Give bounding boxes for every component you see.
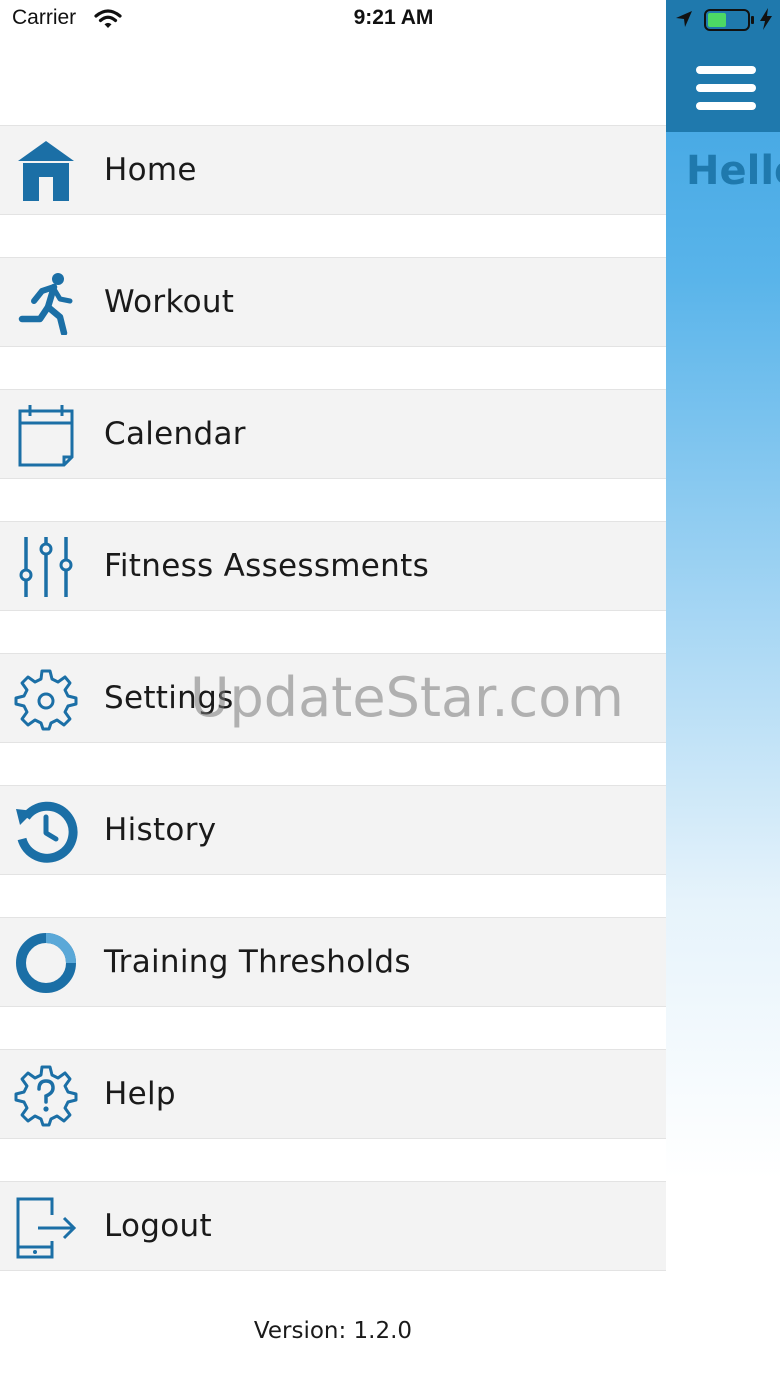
logout-icon: [14, 1195, 78, 1259]
menu-label: Home: [104, 152, 197, 188]
menu-item-help[interactable]: Help: [0, 1049, 666, 1139]
watermark: UpdateStar.com: [190, 666, 624, 729]
menu-label: Fitness Assessments: [104, 548, 430, 584]
ring-icon: [14, 931, 78, 995]
menu-label: Help: [104, 1076, 176, 1112]
menu-label: Logout: [104, 1208, 212, 1244]
battery-icon: [704, 8, 756, 36]
menu-label: Training Thresholds: [104, 944, 411, 980]
history-icon: [14, 799, 78, 863]
menu-item-logout[interactable]: Logout: [0, 1181, 666, 1271]
menu-item-calendar[interactable]: Calendar: [0, 389, 666, 479]
runner-icon: [14, 271, 78, 337]
help-gear-icon: [14, 1063, 78, 1127]
menu-item-fitness-assessments[interactable]: Fitness Assessments: [0, 521, 666, 611]
menu-label: Calendar: [104, 416, 246, 452]
sliders-icon: [14, 535, 78, 599]
location-arrow-icon: [674, 9, 694, 33]
status-bar: Carrier 9:21 AM: [0, 0, 780, 40]
hamburger-menu-icon[interactable]: [696, 66, 756, 116]
charging-bolt-icon: [759, 8, 773, 34]
gear-icon: [14, 667, 78, 731]
greeting-text: Hello: [686, 148, 780, 194]
menu-label: Workout: [104, 284, 235, 320]
main-content-panel[interactable]: Hello: [666, 0, 780, 1387]
clock: 9:21 AM: [353, 6, 434, 29]
home-icon: [14, 139, 78, 203]
version-label: Version: 1.2.0: [253, 1318, 413, 1344]
menu-item-workout[interactable]: Workout: [0, 257, 666, 347]
calendar-icon: [14, 403, 78, 467]
menu-item-history[interactable]: History: [0, 785, 666, 875]
menu-item-home[interactable]: Home: [0, 125, 666, 215]
menu-item-training-thresholds[interactable]: Training Thresholds: [0, 917, 666, 1007]
menu-label: History: [104, 812, 217, 848]
